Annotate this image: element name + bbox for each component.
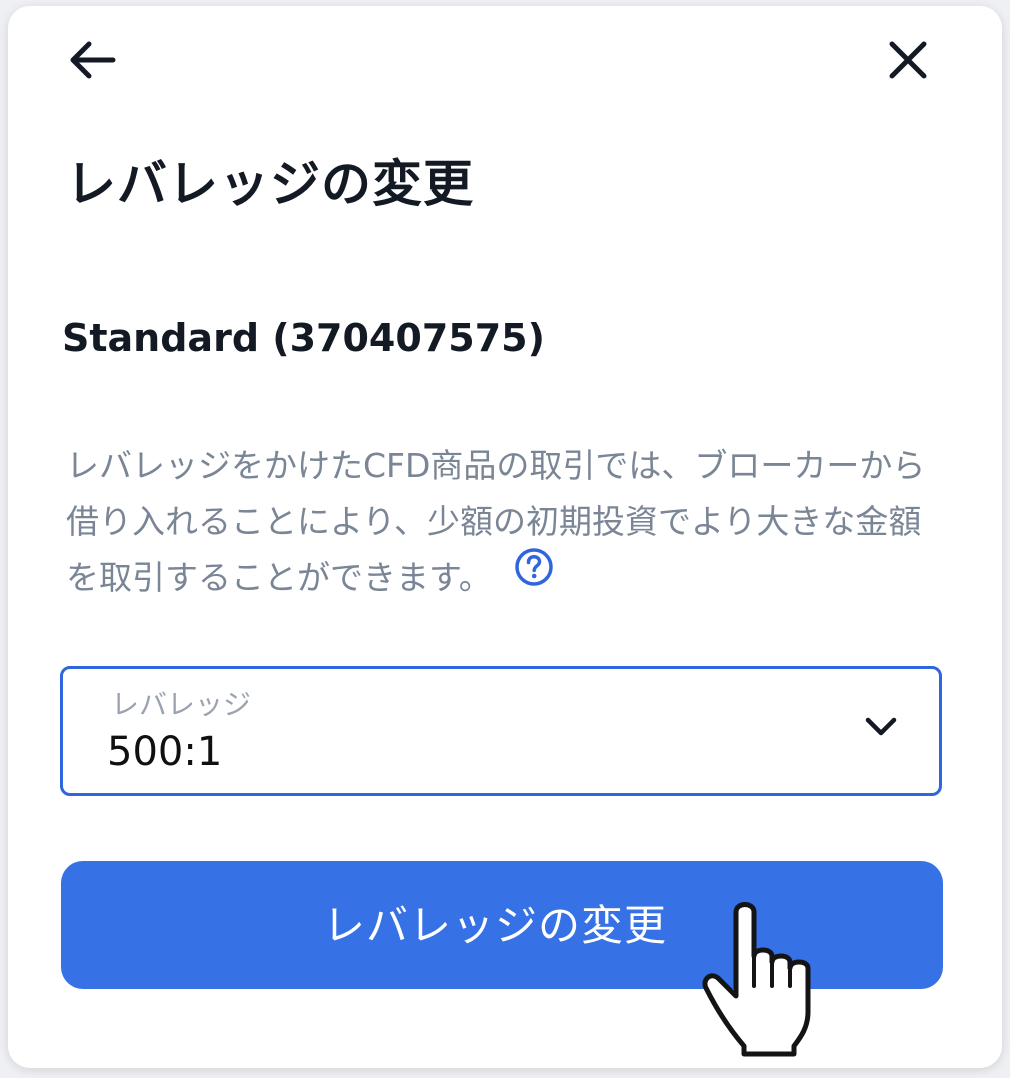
leverage-dialog: レバレッジの変更 Standard (370407575) レバレッジをかけたC… xyxy=(8,6,1002,1068)
change-leverage-button-label: レバレッジの変更 xyxy=(322,900,667,950)
leverage-select[interactable]: レバレッジ 500:1 xyxy=(60,666,942,796)
help-button[interactable] xyxy=(514,547,554,604)
description-text: レバレッジをかけたCFD商品の取引では、ブローカーから借り入れることにより、少額… xyxy=(66,438,946,606)
close-icon xyxy=(889,41,927,79)
question-circle-icon xyxy=(514,548,553,586)
account-name: Standard (370407575) xyxy=(62,316,545,360)
arrow-left-icon xyxy=(70,41,116,79)
change-leverage-button[interactable]: レバレッジの変更 xyxy=(61,861,943,989)
close-button[interactable] xyxy=(876,28,940,92)
chevron-down-icon xyxy=(865,717,897,736)
description-body: レバレッジをかけたCFD商品の取引では、ブローカーから借り入れることにより、少額… xyxy=(66,446,926,597)
leverage-select-value: 500:1 xyxy=(107,729,223,775)
back-button[interactable] xyxy=(60,28,124,92)
dialog-title: レバレッジの変更 xyxy=(66,155,474,213)
leverage-select-label: レバレッジ xyxy=(111,688,252,721)
